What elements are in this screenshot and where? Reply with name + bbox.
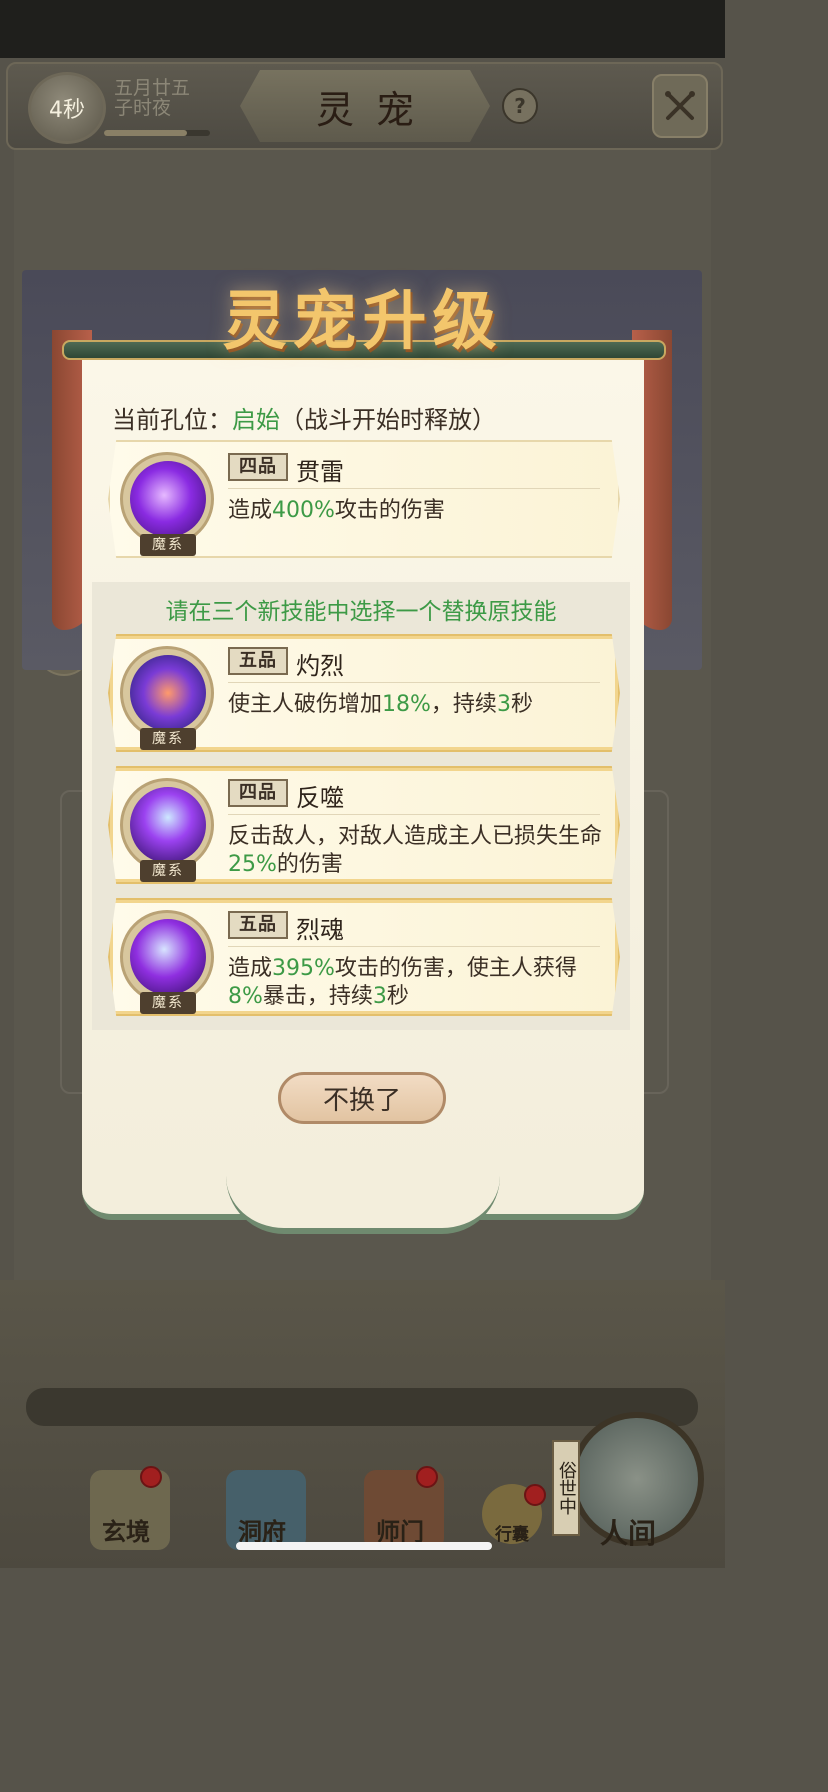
skill-grade: 五品 xyxy=(228,647,288,675)
current-slot-label: 当前孔位： xyxy=(112,406,232,434)
spirit-fish-skill-icon xyxy=(130,919,206,995)
notification-badge xyxy=(416,1466,438,1488)
status-bar xyxy=(0,0,725,58)
date-line-1: 五月廿五 xyxy=(114,77,191,99)
divider xyxy=(228,946,600,947)
divider xyxy=(228,682,600,683)
skill-element-tag: 魔系 xyxy=(140,992,196,1014)
skill-name: 贯雷 xyxy=(296,458,344,486)
desc-text: 秒 xyxy=(510,692,533,717)
flame-skill-icon xyxy=(130,655,206,731)
modal-scroll-notch xyxy=(226,1176,500,1234)
desc-text: 使主人破伤增加 xyxy=(228,692,383,717)
skill-grade: 四品 xyxy=(228,453,288,481)
divider xyxy=(228,488,600,489)
close-icon xyxy=(665,91,695,120)
skill-description: 造成400%攻击的伤害 xyxy=(228,497,608,525)
nav-label-xuanjing: 玄境 xyxy=(102,1517,150,1546)
timer-badge: 4秒 xyxy=(28,72,106,144)
close-button[interactable] xyxy=(652,74,708,138)
help-button[interactable]: ? xyxy=(502,88,538,124)
lightning-skill-icon xyxy=(130,461,206,537)
world-tag: 俗世中 xyxy=(552,1440,580,1536)
notification-badge xyxy=(524,1484,546,1506)
current-slot-value: 启始 xyxy=(232,406,280,434)
page-title: 灵宠 xyxy=(315,87,436,132)
current-slot-note: （战斗开始时释放） xyxy=(280,406,496,434)
desc-text: 攻击的伤害，使主人获得 xyxy=(334,956,577,981)
desc-text: 造成 xyxy=(228,498,273,523)
desc-value: 395% xyxy=(272,956,335,981)
skill-name: 烈魂 xyxy=(296,916,344,944)
timer-text: 4秒 xyxy=(49,98,85,123)
desc-value: 8% xyxy=(228,984,263,1009)
desc-text: 攻击的伤害 xyxy=(334,498,445,523)
desc-text: 反击敌人，对敌人造成主人已损失生命 xyxy=(228,824,603,849)
desc-value: 3 xyxy=(372,984,387,1009)
desc-text: 的伤害 xyxy=(276,852,343,877)
nav-strip xyxy=(26,1388,698,1426)
date-line-2: 子时夜 xyxy=(114,97,172,119)
skill-description: 反击敌人，对敌人造成主人已损失生命 25%的伤害 xyxy=(228,823,608,879)
modal-title: 灵宠升级 xyxy=(222,284,503,359)
skill-description: 使主人破伤增加18%，持续3秒 xyxy=(228,691,608,719)
skill-name: 反噬 xyxy=(296,784,344,812)
day-progress-fill xyxy=(104,130,187,136)
desc-value: 25% xyxy=(228,852,277,877)
keep-skill-button[interactable]: 不换了 xyxy=(278,1072,446,1124)
choose-prompt: 请在三个新技能中选择一个替换原技能 xyxy=(165,599,557,625)
desc-value: 400% xyxy=(272,498,335,523)
nav-label-renjian: 人间 xyxy=(599,1517,656,1550)
desc-text: ，持续 xyxy=(430,692,497,717)
skill-element-tag: 魔系 xyxy=(140,728,196,750)
skill-description: 造成395%攻击的伤害，使主人获得 8%暴击，持续3秒 xyxy=(228,955,608,1011)
desc-value: 3 xyxy=(496,692,511,717)
current-slot-line: 当前孔位：启始（战斗开始时释放） xyxy=(112,400,496,435)
skill-grade: 四品 xyxy=(228,779,288,807)
desc-text: 暴击，持续 xyxy=(262,984,373,1009)
notification-badge xyxy=(140,1466,162,1488)
game-date: 五月廿五 子时夜 xyxy=(114,78,190,118)
desc-value: 18% xyxy=(382,692,431,717)
day-progress-bar xyxy=(104,130,210,136)
butterfly-skill-icon xyxy=(130,787,206,863)
divider xyxy=(228,814,600,815)
desc-text: 造成 xyxy=(228,956,273,981)
skill-element-tag: 魔系 xyxy=(140,860,196,882)
skill-grade: 五品 xyxy=(228,911,288,939)
help-icon: ? xyxy=(514,94,526,118)
skill-name: 灼烈 xyxy=(296,652,344,680)
skill-element-tag: 魔系 xyxy=(140,534,196,556)
home-indicator xyxy=(236,1542,492,1550)
desc-text: 秒 xyxy=(386,984,409,1009)
